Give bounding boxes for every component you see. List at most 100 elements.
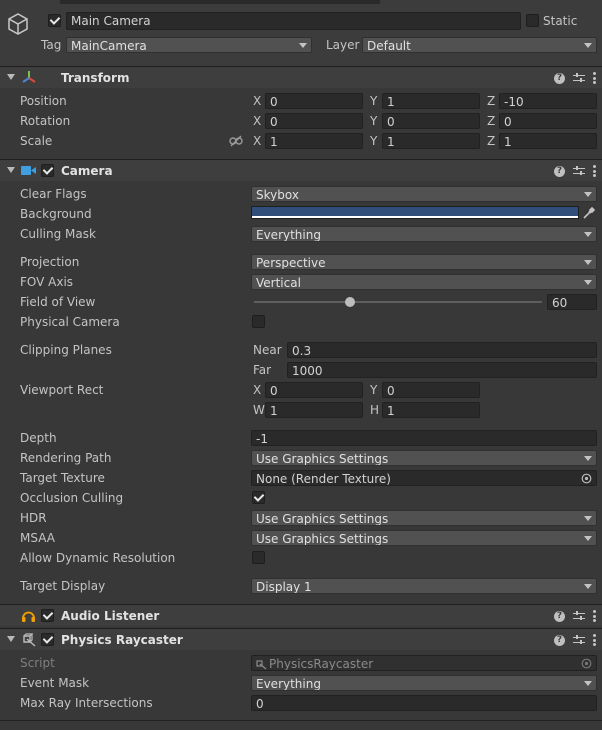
event-mask-label: Event Mask — [20, 676, 90, 690]
help-icon[interactable]: ? — [554, 634, 565, 646]
audio-listener-header[interactable]: Audio Listener ? — [0, 604, 602, 626]
audio-listener-enabled-toggle[interactable] — [41, 609, 54, 622]
eyedropper-icon[interactable] — [582, 206, 596, 220]
axis-x-label: X — [253, 94, 262, 108]
chevron-down-icon — [584, 192, 592, 197]
chevron-down-icon — [584, 456, 592, 461]
viewport-h-label: H — [370, 403, 380, 417]
presets-icon[interactable] — [573, 73, 585, 83]
camera-header[interactable]: Camera ? — [0, 159, 602, 181]
chevron-down-icon — [299, 43, 307, 48]
physical-camera-toggle[interactable] — [252, 315, 265, 328]
position-y-field[interactable]: 1 — [382, 93, 480, 109]
static-toggle[interactable] — [526, 14, 539, 27]
scale-label: Scale — [20, 134, 53, 148]
transform-axes-icon — [22, 71, 36, 83]
msaa-dropdown[interactable]: Use Graphics Settings — [251, 530, 597, 546]
target-texture-value: None (Render Texture) — [256, 472, 391, 486]
chevron-down-icon — [584, 536, 592, 541]
max-ray-intersections-field[interactable]: 0 — [251, 695, 597, 711]
viewport-w-label: W — [253, 403, 265, 417]
background-color-swatch[interactable] — [251, 206, 579, 219]
culling-mask-dropdown[interactable]: Everything — [251, 226, 597, 242]
viewport-h-field[interactable]: 1 — [382, 402, 480, 418]
script-label: Script — [20, 656, 55, 670]
tag-dropdown[interactable]: MainCamera — [66, 37, 312, 53]
axis-x-label: X — [253, 134, 262, 148]
physical-camera-label: Physical Camera — [20, 315, 120, 329]
help-icon[interactable]: ? — [554, 610, 565, 622]
occlusion-culling-label: Occlusion Culling — [20, 491, 124, 505]
projection-label: Projection — [20, 255, 80, 269]
rendering-path-value: Use Graphics Settings — [256, 452, 389, 466]
physics-raycaster-enabled-toggle[interactable] — [41, 633, 54, 646]
presets-icon[interactable] — [573, 166, 585, 176]
near-label: Near — [253, 343, 282, 357]
top-tab-strip — [60, 0, 380, 4]
target-texture-label: Target Texture — [20, 471, 105, 485]
camera-enabled-toggle[interactable] — [41, 164, 54, 177]
constrain-proportions-icon[interactable] — [229, 135, 243, 147]
clear-flags-value: Skybox — [256, 188, 299, 202]
fov-slider-track[interactable] — [254, 297, 542, 307]
foldout-arrow-icon[interactable] — [7, 636, 15, 642]
near-field[interactable]: 0.3 — [287, 342, 597, 358]
foldout-arrow-icon[interactable] — [7, 74, 15, 80]
target-display-dropdown[interactable]: Display 1 — [251, 578, 597, 594]
object-picker-icon[interactable] — [581, 473, 592, 484]
layer-label: Layer — [326, 38, 360, 52]
event-mask-dropdown[interactable]: Everything — [251, 675, 597, 691]
help-icon[interactable]: ? — [554, 72, 565, 84]
occlusion-culling-toggle[interactable] — [252, 491, 265, 504]
active-toggle[interactable] — [48, 14, 61, 27]
gameobject-header: Main Camera Static Tag MainCamera Layer … — [0, 0, 602, 66]
dynamic-resolution-toggle[interactable] — [252, 551, 265, 564]
layer-dropdown[interactable]: Default — [362, 37, 597, 53]
raycaster-icon — [23, 633, 36, 647]
hdr-value: Use Graphics Settings — [256, 512, 389, 526]
viewport-w-field[interactable]: 1 — [265, 402, 363, 418]
chevron-down-icon — [584, 280, 592, 285]
position-x-field[interactable]: 0 — [265, 93, 363, 109]
event-mask-value: Everything — [256, 677, 321, 691]
dynamic-resolution-label: Allow Dynamic Resolution — [20, 551, 176, 565]
chevron-down-icon — [584, 681, 592, 686]
rotation-z-field[interactable]: 0 — [499, 113, 597, 129]
target-texture-field[interactable]: None (Render Texture) — [251, 470, 597, 486]
clear-flags-label: Clear Flags — [20, 187, 87, 201]
physics-raycaster-header[interactable]: Physics Raycaster ? — [0, 628, 602, 650]
fov-axis-value: Vertical — [256, 276, 301, 290]
rotation-y-field[interactable]: 0 — [382, 113, 480, 129]
axis-z-label: Z — [487, 134, 496, 148]
rendering-path-dropdown[interactable]: Use Graphics Settings — [251, 450, 597, 466]
fov-field[interactable]: 60 — [547, 294, 597, 310]
presets-icon[interactable] — [573, 611, 585, 621]
chevron-down-icon — [584, 584, 592, 589]
fov-slider-thumb[interactable] — [344, 297, 355, 307]
more-options-icon[interactable] — [593, 634, 596, 646]
projection-dropdown[interactable]: Perspective — [251, 254, 597, 270]
foldout-arrow-icon[interactable] — [7, 167, 15, 173]
name-field[interactable]: Main Camera — [66, 12, 521, 30]
axis-y-label: Y — [370, 94, 378, 108]
camera-icon — [21, 166, 36, 175]
more-options-icon[interactable] — [593, 165, 596, 177]
more-options-icon[interactable] — [593, 610, 596, 622]
viewport-x-field[interactable]: 0 — [265, 382, 363, 398]
scale-x-field[interactable]: 1 — [265, 133, 363, 149]
rotation-x-field[interactable]: 0 — [265, 113, 363, 129]
presets-icon[interactable] — [573, 635, 585, 645]
position-z-field[interactable]: -10 — [499, 93, 597, 109]
scale-z-field[interactable]: 1 — [499, 133, 597, 149]
clear-flags-dropdown[interactable]: Skybox — [251, 186, 597, 202]
hdr-dropdown[interactable]: Use Graphics Settings — [251, 510, 597, 526]
transform-header[interactable]: Transform ? — [0, 66, 602, 88]
far-field[interactable]: 1000 — [287, 362, 597, 378]
viewport-y-field[interactable]: 0 — [382, 382, 480, 398]
fov-axis-dropdown[interactable]: Vertical — [251, 274, 597, 290]
more-options-icon[interactable] — [593, 72, 596, 84]
component-title: Transform — [61, 71, 130, 85]
scale-y-field[interactable]: 1 — [382, 133, 480, 149]
help-icon[interactable]: ? — [554, 165, 565, 177]
depth-field[interactable]: -1 — [251, 430, 597, 446]
